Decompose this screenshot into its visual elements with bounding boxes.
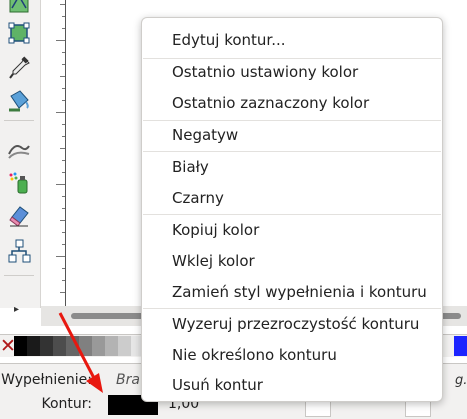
- menu-item-copy-color[interactable]: Kopiuj kolor: [142, 215, 442, 246]
- spray-tool-icon[interactable]: [6, 170, 32, 196]
- menu-item-unset-stroke[interactable]: Nie określono konturu: [142, 340, 442, 371]
- palette-swatch[interactable]: [53, 336, 66, 356]
- palette-swatch[interactable]: [92, 336, 105, 356]
- menu-item-remove-stroke[interactable]: Usuń kontur: [142, 370, 442, 401]
- vertical-ruler: [41, 0, 66, 308]
- connector-tool-icon[interactable]: [6, 238, 32, 264]
- fill-value[interactable]: Bra: [116, 372, 140, 388]
- palette-swatch-blue[interactable]: [454, 336, 467, 356]
- palette-swatch[interactable]: [105, 336, 118, 356]
- palette-swatch[interactable]: [79, 336, 92, 356]
- palette-swatch[interactable]: [40, 336, 53, 356]
- menu-item-paste-color[interactable]: Wklej kolor: [142, 246, 442, 277]
- dropper-tool-icon[interactable]: [6, 55, 32, 81]
- menu-item-edit-stroke[interactable]: Edytuj kontur...: [142, 25, 442, 56]
- node-tool-icon[interactable]: [6, 0, 32, 16]
- paint-bucket-icon[interactable]: [6, 88, 32, 114]
- palette-swatch[interactable]: [66, 336, 79, 356]
- palette-swatch[interactable]: [14, 336, 27, 356]
- no-paint-swatch[interactable]: ✕: [0, 336, 16, 356]
- bezier-tool-icon[interactable]: [6, 20, 32, 46]
- toolbox: ▸: [0, 0, 41, 315]
- page-border-line: [65, 0, 66, 308]
- toolbox-separator: [4, 275, 34, 276]
- stroke-context-menu: Edytuj kontur... Ostatnio ustawiony kolo…: [141, 17, 443, 402]
- menu-item-invert[interactable]: Negatyw: [142, 120, 442, 151]
- toolbox-separator: [4, 120, 34, 121]
- menu-item-white[interactable]: Biały: [142, 152, 442, 183]
- status-tag: g.: [455, 373, 467, 388]
- toolbox-expand-icon[interactable]: ▸: [14, 304, 19, 315]
- menu-item-black[interactable]: Czarny: [142, 183, 442, 214]
- menu-item-last-selected-color[interactable]: Ostatnio zaznaczony kolor: [142, 88, 442, 119]
- menu-item-swap-fill-stroke[interactable]: Zamień styl wypełnienia i konturu: [142, 277, 442, 308]
- menu-item-reset-stroke-opacity[interactable]: Wyzeruj przezroczystość konturu: [142, 309, 442, 340]
- stroke-label: Kontur:: [41, 396, 92, 412]
- menu-item-last-set-color[interactable]: Ostatnio ustawiony kolor: [142, 57, 442, 88]
- fill-label: Wypełnienie:: [1, 372, 92, 388]
- palette-swatch[interactable]: [118, 336, 131, 356]
- palette-swatch[interactable]: [27, 336, 40, 356]
- eraser-tool-icon[interactable]: [6, 203, 32, 229]
- tweak-tool-icon[interactable]: [6, 136, 32, 162]
